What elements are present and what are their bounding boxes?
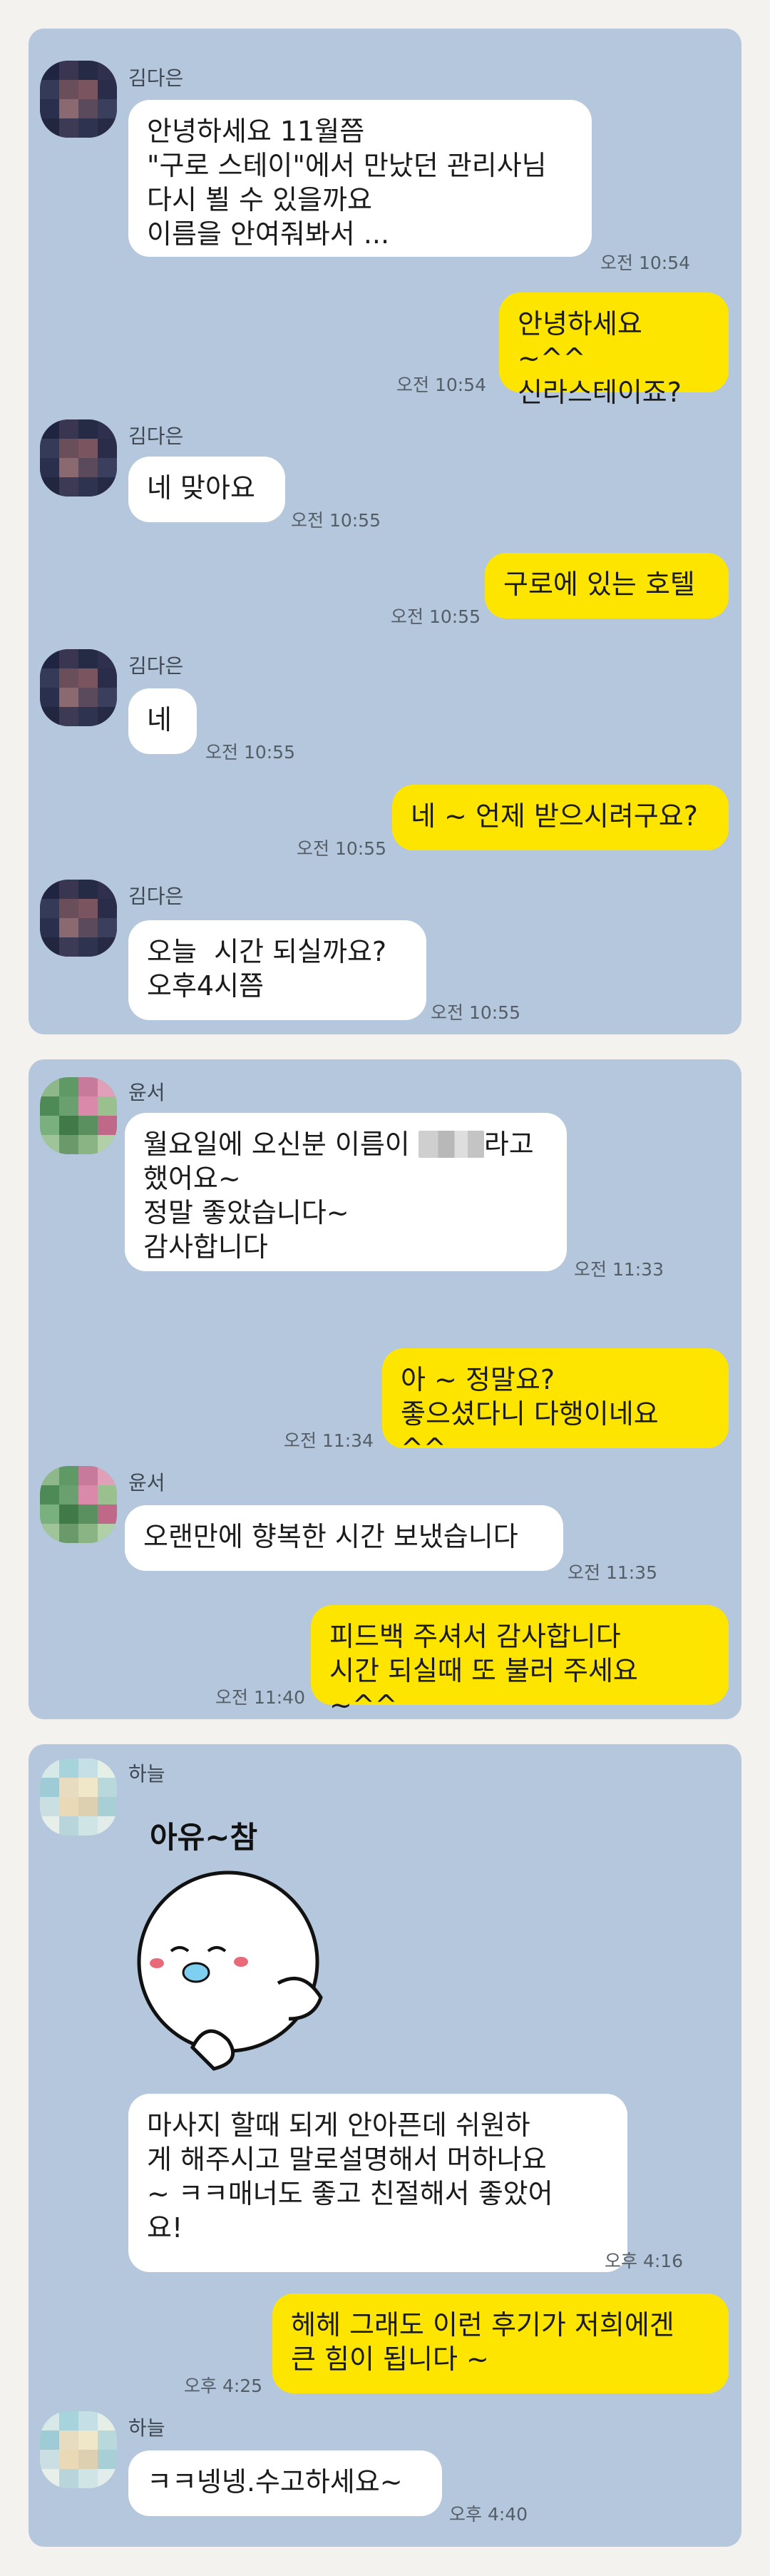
message-time: 오전 10:55 [205, 742, 295, 763]
chat-screenshot-1: 김다은 안녕하세요 11월쯤 "구로 스테이"에서 만났던 관리사님 다시 뵐 … [29, 29, 741, 1034]
sender-name: 김다은 [128, 66, 184, 90]
message-bubble-received[interactable]: 월요일에 오신분 이름이 라고 했어요~ 정말 좋았습니다~ 감사합니다 [125, 1113, 567, 1271]
sender-name: 윤서 [128, 1471, 165, 1495]
message-time: 오후 4:16 [605, 2251, 684, 2271]
message-time: 오전 10:55 [431, 1002, 520, 1023]
sender-name: 김다은 [128, 654, 184, 678]
message-bubble-received[interactable]: 오랜만에 향복한 시간 보냈습니다 [125, 1505, 563, 1571]
message-bubble-received[interactable]: 네 [128, 688, 197, 754]
message-bubble-received[interactable]: 마사지 할때 되게 안아픈데 쉬원하 게 해주시고 말로설명해서 머하나요 ~ … [128, 2094, 627, 2272]
sender-name: 하늘 [128, 2416, 165, 2440]
message-bubble-sent[interactable]: 안녕하세요 ~^^ 신라스테이죠? [499, 292, 729, 408]
message-time: 오전 10:54 [600, 253, 690, 273]
avatar-yunseo[interactable] [40, 1466, 117, 1543]
message-time: 오후 4:25 [184, 2376, 263, 2396]
message-time: 오전 11:33 [574, 1259, 664, 1280]
chat-screenshot-2: 윤서 월요일에 오신분 이름이 라고 했어요~ 정말 좋았습니다~ 감사합니다 … [29, 1059, 741, 1721]
avatar-kimdaeun[interactable] [40, 419, 117, 497]
sender-name: 하늘 [128, 1762, 165, 1786]
avatar-haneul[interactable] [40, 2411, 117, 2488]
blurred-name [418, 1131, 484, 1158]
message-bubble-sent[interactable]: 구로에 있는 호텔 [485, 553, 729, 618]
sender-name: 김다은 [128, 885, 184, 908]
message-time: 오전 11:34 [284, 1430, 374, 1451]
avatar-kimdaeun[interactable] [40, 880, 117, 957]
message-bubble-sent[interactable]: 피드백 주셔서 감사합니다 시간 되실때 또 불러 주세요 ~^^ [311, 1605, 729, 1721]
emoticon-sticker[interactable]: 아유~참 [128, 1805, 414, 2083]
message-text: 월요일에 오신분 이름이 [143, 1129, 419, 1160]
message-bubble-sent[interactable]: 아 ~ 정말요? 좋으셨다니 다행이네요 ^^ [382, 1348, 729, 1464]
message-time: 오전 11:35 [568, 1562, 657, 1583]
message-time: 오전 10:55 [297, 838, 386, 859]
avatar-yunseo[interactable] [40, 1077, 117, 1154]
avatar-haneul[interactable] [40, 1758, 117, 1836]
sticker-caption: 아유~참 [150, 1820, 257, 1855]
message-bubble-received[interactable]: 오늘 시간 되실까요? 오후4시쯤 [128, 920, 426, 1020]
sender-name: 김다은 [128, 424, 184, 448]
sender-name: 윤서 [128, 1081, 165, 1104]
avatar-kimdaeun[interactable] [40, 61, 117, 138]
message-time: 오전 11:40 [215, 1687, 305, 1708]
message-bubble-sent[interactable]: 헤헤 그래도 이런 후기가 저희에겐 큰 힘이 됩니다 ~ [272, 2294, 729, 2393]
message-time: 오전 10:55 [291, 510, 381, 531]
message-time: 오전 10:54 [396, 375, 486, 395]
message-bubble-received[interactable]: ㅋㅋ넹넹.수고하세요~ [128, 2450, 442, 2516]
message-bubble-received[interactable]: 안녕하세요 11월쯤 "구로 스테이"에서 만났던 관리사님 다시 뵐 수 있을… [128, 100, 592, 257]
message-time: 오후 4:40 [449, 2504, 528, 2525]
message-bubble-received[interactable]: 네 맞아요 [128, 457, 285, 522]
avatar-kimdaeun[interactable] [40, 649, 117, 726]
message-time: 오전 10:55 [391, 606, 481, 627]
chat-screenshot-3: 하늘 아유~참 마사지 할때 되게 안아픈데 쉬원하 게 해주시고 말로설명해서… [29, 1744, 741, 2547]
message-bubble-sent[interactable]: 네 ~ 언제 받으시려구요? [392, 785, 729, 850]
